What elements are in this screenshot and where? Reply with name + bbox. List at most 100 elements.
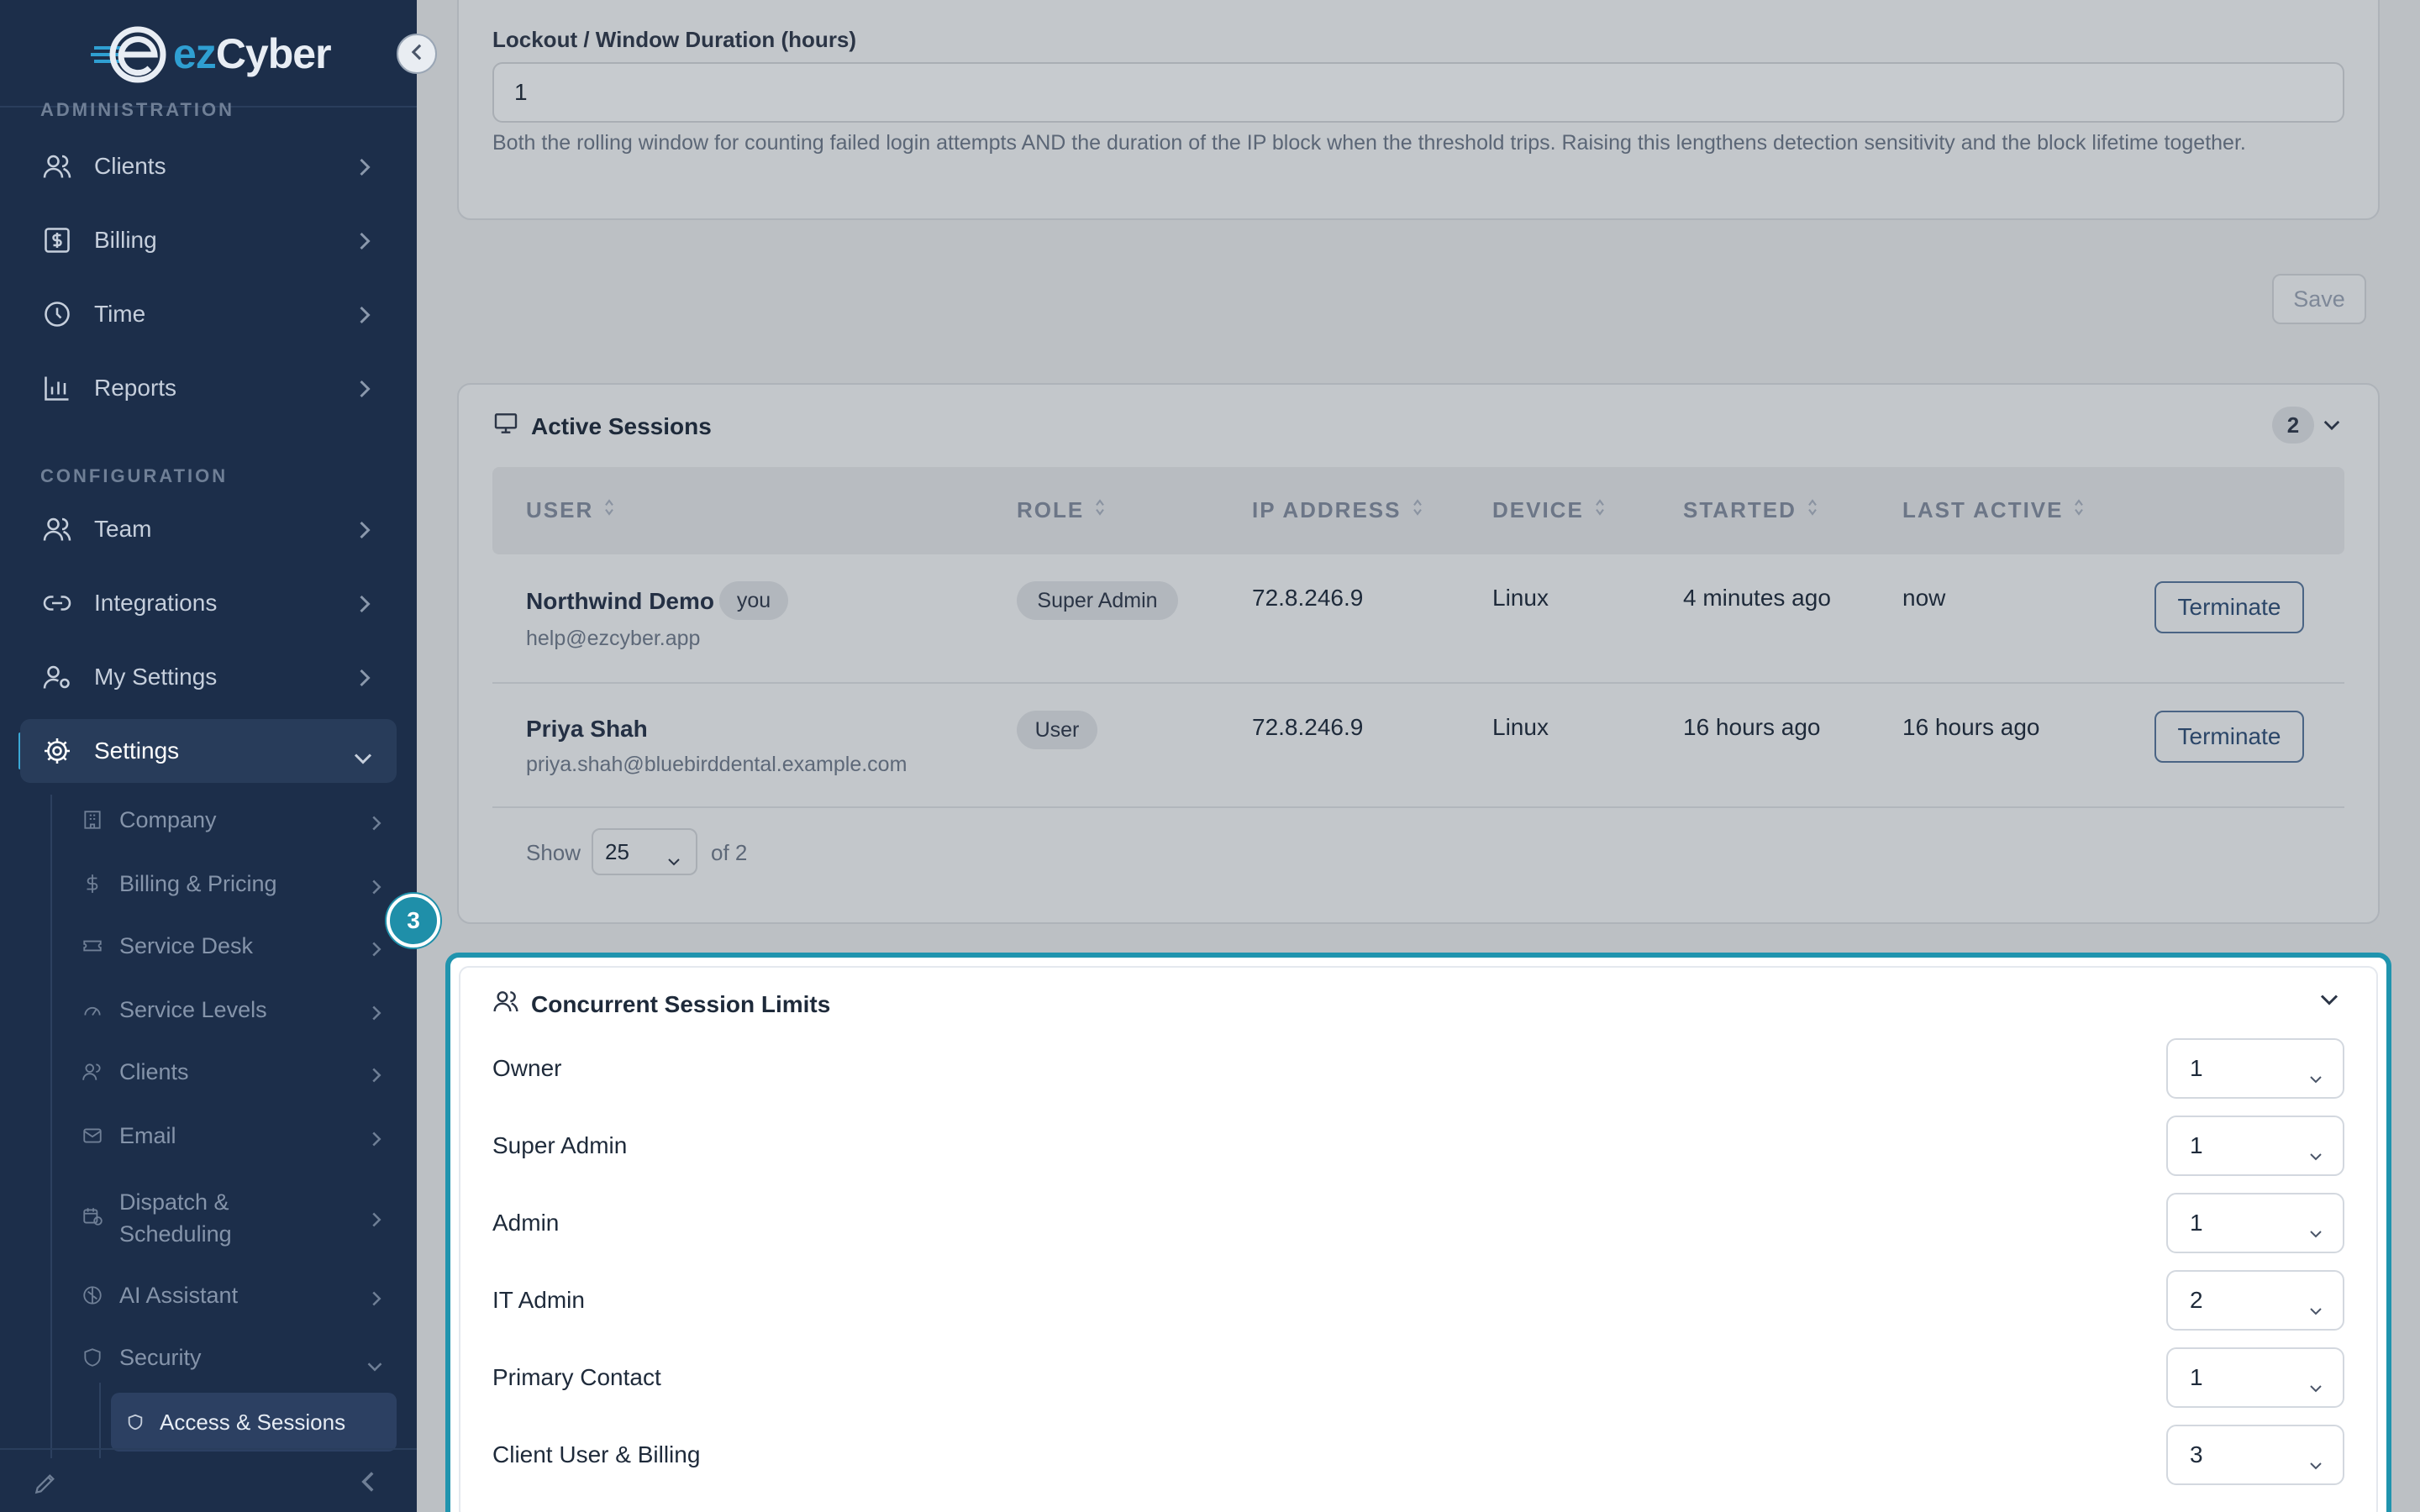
sidebar-item-reports[interactable]: Reports [20,356,397,420]
sidebar-item-team[interactable]: Team [20,497,397,561]
limit-select-primary-contact[interactable]: 1 [2166,1347,2344,1408]
subitem-label: Clients [119,1058,189,1084]
sidebar-item-label: Time [94,301,146,327]
chevron-right-icon [370,811,383,837]
sidebar-subitem-access-sessions[interactable]: Access & Sessions [111,1393,397,1452]
chevron-right-icon [370,937,383,963]
ticket-icon [81,934,104,958]
mail-icon [81,1124,104,1147]
you-badge: you [719,581,788,620]
session-device: Linux [1492,714,1549,740]
chevron-right-icon [370,1001,383,1027]
column-header-device[interactable]: DEVICE [1492,497,1606,523]
chevron-down-icon[interactable] [2319,993,2339,1011]
concurrent-limits-card [459,966,2378,1512]
sidebar-subitem-company[interactable]: Company [81,795,397,845]
sidebar: ezCyber ADMINISTRATION Clients Billing T… [0,0,417,1512]
chevron-down-icon [366,1352,383,1378]
sidebar-footer [0,1448,417,1512]
limit-select-client-user-billing[interactable]: 3 [2166,1425,2344,1485]
concurrent-limits-header[interactable]: Concurrent Session Limits [492,988,830,1021]
sidebar-item-time[interactable]: Time [20,282,397,346]
session-last-active: 16 hours ago [1902,714,2040,740]
column-header-role[interactable]: ROLE [1017,497,1106,523]
session-ip: 72.8.246.9 [1252,585,1364,611]
sidebar-item-label: Billing [94,227,157,253]
terminate-button[interactable]: Terminate [2154,711,2304,763]
pencil-icon[interactable] [32,1470,59,1501]
sidebar-subitem-billing-pricing[interactable]: Billing & Pricing [81,858,397,909]
session-ip: 72.8.246.9 [1252,714,1364,740]
lockout-duration-input[interactable]: 1 [492,62,2344,123]
column-header-started[interactable]: STARTED [1683,497,1818,523]
limit-select-owner[interactable]: 1 [2166,1038,2344,1099]
chevron-right-icon [356,378,373,405]
step-badge: 3 [387,894,440,948]
chevron-right-icon [356,519,373,546]
sidebar-subitem-email[interactable]: Email [81,1110,397,1161]
chevron-right-icon [370,1127,383,1153]
sidebar-item-label: Settings [94,738,180,764]
submenu-guide-line [50,795,52,1458]
sort-icon [1094,497,1106,523]
user-gear-icon [40,660,74,694]
sidebar-subitem-dispatch-scheduling[interactable]: Dispatch & Scheduling [81,1181,397,1252]
chevron-right-icon [370,1208,383,1234]
subitem-label: Billing & Pricing [119,870,277,896]
subitem-label: Email [119,1122,176,1148]
active-sessions-title: Active Sessions [531,412,712,439]
users-icon [81,1060,104,1084]
chevron-left-icon[interactable] [360,1470,376,1498]
column-header-last-active[interactable]: LAST ACTIVE [1902,497,2085,523]
dollar-icon [81,872,104,895]
chevron-right-icon [356,667,373,694]
subitem-label: AI Assistant [119,1282,239,1308]
shield-icon [126,1413,145,1431]
sidebar-item-settings[interactable]: Settings [20,719,397,783]
sidebar-subitem-security[interactable]: Security [81,1332,397,1383]
column-header-ip-address[interactable]: IP ADDRESS [1252,497,1423,523]
show-label: Show [526,840,581,865]
users-icon [40,512,74,546]
session-device: Linux [1492,585,1549,611]
session-started: 16 hours ago [1683,714,1821,740]
sidebar-item-integrations[interactable]: Integrations [20,571,397,635]
sort-icon [1594,497,1606,523]
link-icon [40,586,74,620]
sidebar-item-billing[interactable]: Billing [20,208,397,272]
brand-logo[interactable]: ezCyber [91,24,332,84]
active-sessions-header[interactable]: Active Sessions [492,410,712,443]
limit-select-super-admin[interactable]: 1 [2166,1116,2344,1176]
brand-name: ezCyber [173,30,332,77]
sort-icon [1412,497,1423,523]
limit-select-admin[interactable]: 1 [2166,1193,2344,1253]
monitor-icon [492,410,519,443]
limit-select-it-admin[interactable]: 2 [2166,1270,2344,1331]
sidebar-item-my-settings[interactable]: My Settings [20,645,397,709]
sort-icon [2073,497,2085,523]
chevron-down-icon [353,744,373,771]
sidebar-item-clients[interactable]: Clients [20,134,397,198]
sidebar-collapse-button[interactable] [397,34,437,74]
chevron-down-icon[interactable] [2323,418,2341,436]
limit-label-admin: Admin [492,1210,560,1236]
sidebar-subitem-clients[interactable]: Clients [81,1047,397,1097]
users-icon [40,150,74,183]
sidebar-subitem-ai-assistant[interactable]: AI Assistant [81,1270,397,1320]
subitem-label: Access & Sessions [160,1409,346,1435]
chevron-right-icon [356,156,373,183]
chevron-right-icon [356,230,373,257]
chevron-down-icon [667,847,681,873]
calendar-clock-icon [81,1205,104,1228]
terminate-button[interactable]: Terminate [2154,581,2304,633]
limit-label-client-user-billing: Client User & Billing [492,1441,701,1467]
sidebar-subitem-service-desk[interactable]: Service Desk [81,921,397,971]
sidebar-subitem-service-levels[interactable]: Service Levels [81,984,397,1035]
column-header-user[interactable]: USER [526,497,615,523]
page-size-select[interactable]: 25 [592,828,697,875]
chevron-down-icon [2309,1063,2323,1090]
save-button[interactable]: Save [2272,274,2366,324]
role-badge: User [1017,711,1097,749]
sidebar-item-label: My Settings [94,664,218,690]
session-count-badge: 2 [2272,407,2314,444]
